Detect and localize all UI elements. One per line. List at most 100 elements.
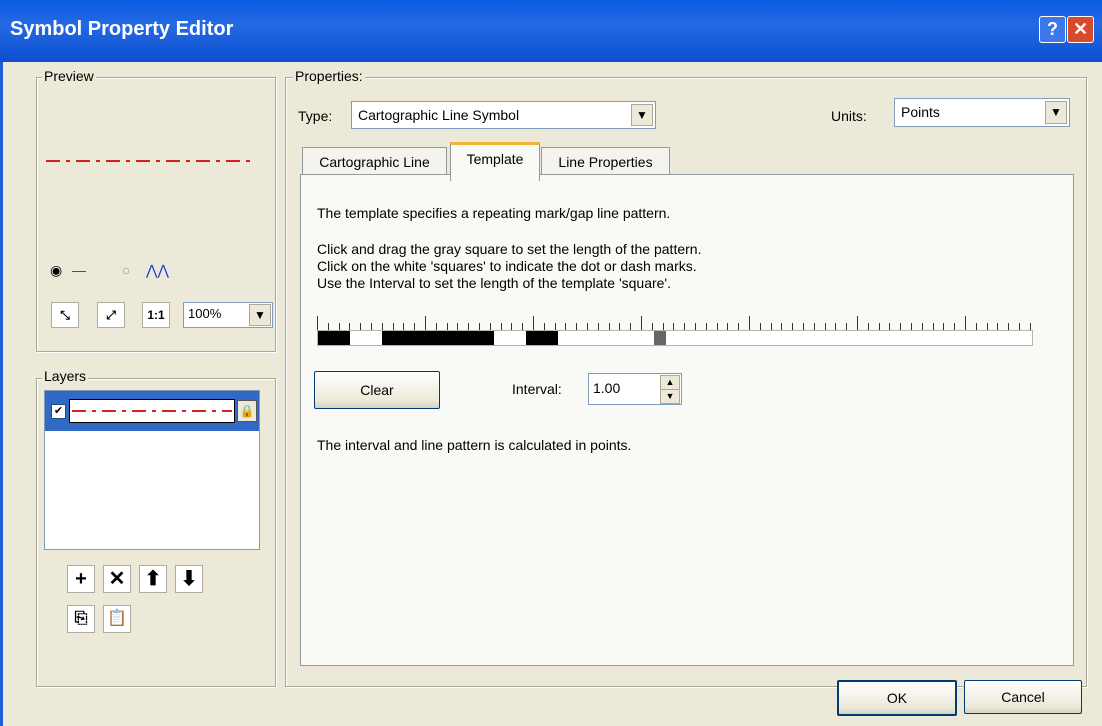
layers-group-label: Layers xyxy=(42,368,89,384)
ruler-tick xyxy=(814,323,815,330)
chevron-down-icon[interactable]: ▼ xyxy=(631,104,653,126)
interval-value: 1.00 xyxy=(593,380,621,396)
ruler-tick xyxy=(522,323,523,330)
ruler-tick xyxy=(360,323,361,330)
template-square[interactable] xyxy=(542,331,558,345)
layer-row[interactable]: ✔ 🔒 xyxy=(45,391,259,431)
chevron-down-icon[interactable]: ▼ xyxy=(249,304,271,326)
ruler-tick xyxy=(609,323,610,330)
template-squares[interactable] xyxy=(317,330,1033,346)
ruler-tick xyxy=(511,323,512,330)
ruler-tick xyxy=(792,323,793,330)
move-down-icon[interactable]: ⬇ xyxy=(175,565,203,593)
spin-up-icon[interactable]: ▲ xyxy=(660,375,680,390)
template-description: The template specifies a repeating mark/… xyxy=(317,205,671,221)
template-square[interactable] xyxy=(398,331,414,345)
zoom-out-icon[interactable]: ⤢ xyxy=(97,302,125,328)
ruler-tick xyxy=(371,323,372,330)
template-square[interactable] xyxy=(510,331,526,345)
paste-icon[interactable]: 📋 xyxy=(103,605,131,633)
tab-line-properties[interactable]: Line Properties xyxy=(541,147,670,176)
type-label: Type: xyxy=(298,108,333,124)
template-square[interactable] xyxy=(414,331,430,345)
template-square[interactable] xyxy=(558,331,574,345)
pattern-length-handle[interactable] xyxy=(654,331,666,345)
mode-wave-radio[interactable]: ○ xyxy=(122,262,130,278)
chevron-down-icon[interactable]: ▼ xyxy=(1045,101,1067,124)
template-square[interactable] xyxy=(366,331,382,345)
ok-button[interactable]: OK xyxy=(837,680,957,716)
help-button[interactable]: ? xyxy=(1039,16,1066,43)
close-button[interactable]: ✕ xyxy=(1067,16,1094,43)
preview-group-label: Preview xyxy=(42,68,96,84)
template-square[interactable] xyxy=(350,331,366,345)
preview-line xyxy=(46,160,256,162)
ruler-tick xyxy=(501,323,502,330)
mode-line-radio[interactable]: ◉ xyxy=(50,262,62,279)
window-title: Symbol Property Editor xyxy=(10,18,234,40)
ruler-tick xyxy=(781,323,782,330)
layer-checkbox[interactable]: ✔ xyxy=(51,404,66,419)
ruler-tick xyxy=(479,323,480,330)
type-select[interactable]: Cartographic Line Symbol ▼ xyxy=(351,101,656,129)
ruler-tick xyxy=(349,323,350,330)
template-square[interactable] xyxy=(446,331,462,345)
type-value: Cartographic Line Symbol xyxy=(358,107,520,123)
properties-group-label: Properties: xyxy=(293,68,365,84)
add-icon[interactable]: + xyxy=(67,565,95,593)
template-square[interactable] xyxy=(638,331,654,345)
move-up-icon[interactable]: ⬆ xyxy=(139,565,167,593)
instruction-3: Use the Interval to set the length of th… xyxy=(317,275,671,291)
ruler-tick xyxy=(879,323,880,330)
layers-list[interactable]: ✔ 🔒 xyxy=(44,390,260,550)
ruler-tick xyxy=(328,323,329,330)
zoom-in-icon[interactable]: ⤡ xyxy=(51,302,79,328)
template-ruler xyxy=(317,316,1031,330)
ruler-tick xyxy=(803,323,804,330)
tab-cartographic-line[interactable]: Cartographic Line xyxy=(302,147,447,176)
ruler-tick xyxy=(436,323,437,330)
template-square[interactable] xyxy=(590,331,606,345)
cancel-button[interactable]: Cancel xyxy=(964,680,1082,714)
zoom-select[interactable]: 100% ▼ xyxy=(183,302,273,328)
clear-button[interactable]: Clear xyxy=(314,371,440,409)
units-select[interactable]: Points ▼ xyxy=(894,98,1070,127)
template-square[interactable] xyxy=(606,331,622,345)
ruler-tick xyxy=(382,323,383,330)
ruler-tick xyxy=(598,323,599,330)
template-square[interactable] xyxy=(526,331,542,345)
actual-size-icon[interactable]: 1:1 xyxy=(142,302,170,328)
ruler-tick xyxy=(825,323,826,330)
mode-line-label: — xyxy=(72,262,86,278)
interval-note: The interval and line pattern is calcula… xyxy=(317,437,632,453)
template-square[interactable] xyxy=(462,331,478,345)
remove-icon[interactable]: ✕ xyxy=(103,565,131,593)
ruler-tick xyxy=(933,323,934,330)
ruler-tick xyxy=(447,323,448,330)
ruler-tick xyxy=(889,323,890,330)
template-square[interactable] xyxy=(494,331,510,345)
layer-preview xyxy=(69,399,235,423)
template-square[interactable] xyxy=(622,331,638,345)
template-square[interactable] xyxy=(478,331,494,345)
template-square[interactable] xyxy=(574,331,590,345)
template-square[interactable] xyxy=(382,331,398,345)
lock-icon[interactable]: 🔒 xyxy=(237,400,257,422)
interval-spinner[interactable]: 1.00 ▲ ▼ xyxy=(588,373,682,405)
mode-wave-label: ⋀⋀ xyxy=(146,262,169,278)
spin-down-icon[interactable]: ▼ xyxy=(660,389,680,404)
tab-template[interactable]: Template xyxy=(450,142,540,181)
ruler-tick xyxy=(976,323,977,330)
ruler-tick xyxy=(425,316,426,330)
zoom-value: 100% xyxy=(188,306,222,321)
copy-icon[interactable]: ⎘ xyxy=(67,605,95,633)
interval-label: Interval: xyxy=(512,381,562,397)
ruler-tick xyxy=(900,323,901,330)
ruler-tick xyxy=(317,316,318,330)
template-square[interactable] xyxy=(318,331,334,345)
ruler-tick xyxy=(760,323,761,330)
ruler-tick xyxy=(695,323,696,330)
template-square[interactable] xyxy=(334,331,350,345)
ruler-tick xyxy=(911,323,912,330)
template-square[interactable] xyxy=(430,331,446,345)
